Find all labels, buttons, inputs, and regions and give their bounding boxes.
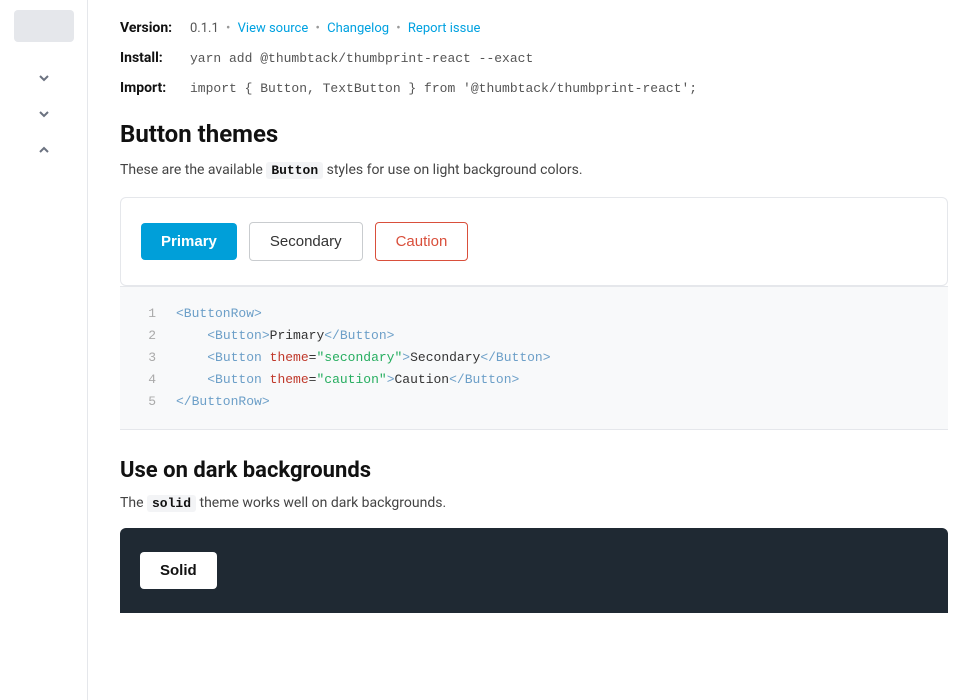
caution-button[interactable]: Caution <box>375 222 469 261</box>
line-num-1: 1 <box>140 303 156 325</box>
sidebar-logo-placeholder <box>14 10 74 42</box>
dark-section-demo: Solid <box>120 528 948 613</box>
sidebar-item-chevron-1[interactable] <box>0 62 87 94</box>
main-content: Version: 0.1.1 • View source • Changelog… <box>88 0 980 700</box>
version-row: Version: 0.1.1 • View source • Changelog… <box>120 20 948 36</box>
code-line-4: 4 <Button theme="caution">Caution</Butto… <box>140 369 928 391</box>
button-themes-title: Button themes <box>120 120 948 148</box>
code-block: 1 <ButtonRow> 2 <Button>Primary</Button>… <box>120 286 948 430</box>
install-label: Install: <box>120 50 190 66</box>
view-source-link[interactable]: View source <box>238 21 309 36</box>
code-line-2: 2 <Button>Primary</Button> <box>140 325 928 347</box>
line-num-2: 2 <box>140 325 156 347</box>
line-num-5: 5 <box>140 391 156 413</box>
version-label: Version: <box>120 20 190 36</box>
line-num-4: 4 <box>140 369 156 391</box>
sidebar <box>0 0 88 700</box>
import-value: import { Button, TextButton } from '@thu… <box>190 81 697 96</box>
sidebar-item-chevron-2[interactable] <box>0 98 87 130</box>
code-content-4: <Button theme="caution">Caution</Button> <box>176 369 519 391</box>
line-num-3: 3 <box>140 347 156 369</box>
dot-2: • <box>315 21 319 36</box>
code-line-1: 1 <ButtonRow> <box>140 303 928 325</box>
secondary-button[interactable]: Secondary <box>249 222 363 261</box>
code-line-5: 5 </ButtonRow> <box>140 391 928 413</box>
primary-button[interactable]: Primary <box>141 223 237 260</box>
dot-3: • <box>396 21 400 36</box>
import-label: Import: <box>120 80 190 96</box>
code-line-3: 3 <Button theme="secondary">Secondary</B… <box>140 347 928 369</box>
report-issue-link[interactable]: Report issue <box>408 21 480 36</box>
code-content-3: <Button theme="secondary">Secondary</But… <box>176 347 551 369</box>
dark-section-title: Use on dark backgrounds <box>120 458 948 483</box>
solid-button[interactable]: Solid <box>140 552 217 589</box>
install-row: Install: yarn add @thumbtack/thumbprint-… <box>120 50 948 66</box>
changelog-link[interactable]: Changelog <box>327 21 389 36</box>
code-content-1: <ButtonRow> <box>176 303 262 325</box>
version-number: 0.1.1 • View source • Changelog • Report… <box>190 21 480 36</box>
button-themes-demo: Primary Secondary Caution <box>120 197 948 286</box>
dark-section-description: The solid theme works well on dark backg… <box>120 493 948 514</box>
import-row: Import: import { Button, TextButton } fr… <box>120 80 948 96</box>
install-value: yarn add @thumbtack/thumbprint-react --e… <box>190 51 533 66</box>
code-content-2: <Button>Primary</Button> <box>176 325 394 347</box>
sidebar-item-chevron-3[interactable] <box>0 134 87 166</box>
code-content-5: </ButtonRow> <box>176 391 270 413</box>
button-themes-description: These are the available Button styles fo… <box>120 160 948 181</box>
dot-1: • <box>226 21 230 36</box>
